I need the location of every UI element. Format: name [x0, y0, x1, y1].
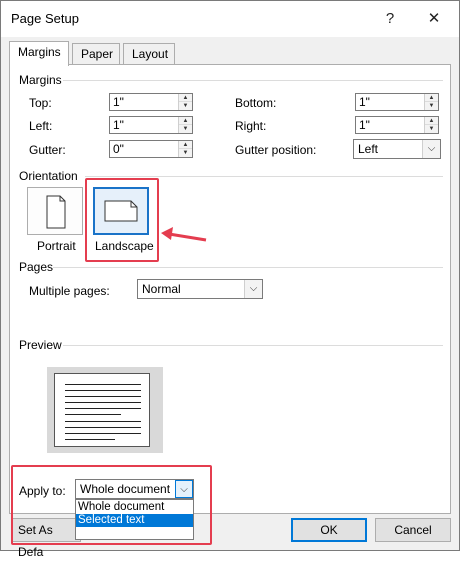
portrait-label: Portrait: [37, 239, 76, 253]
landscape-highlight: [85, 178, 159, 262]
gutter-position-label: Gutter position:: [235, 143, 317, 157]
left-margin-value: 1": [113, 118, 124, 132]
chevron-down-icon[interactable]: ⌵: [422, 140, 440, 158]
tab-layout[interactable]: Layout: [123, 43, 175, 65]
top-margin-input[interactable]: 1" ▲ ▼: [109, 93, 193, 111]
gutter-position-select[interactable]: Left ⌵: [353, 139, 441, 159]
multiple-pages-value: Normal: [142, 282, 181, 296]
spin-down-icon[interactable]: ▼: [179, 149, 192, 157]
gutter-label: Gutter:: [29, 143, 66, 157]
spin-up-icon[interactable]: ▲: [179, 94, 192, 102]
spin-down-icon[interactable]: ▼: [425, 125, 438, 133]
dropdown-option-selected-text[interactable]: Selected text: [76, 514, 193, 527]
dropdown-option-whole-document[interactable]: Whole document: [76, 501, 193, 514]
top-label: Top:: [29, 96, 52, 110]
tab-paper[interactable]: Paper: [72, 43, 120, 65]
help-icon[interactable]: ?: [377, 7, 403, 31]
right-margin-value: 1": [359, 118, 370, 132]
gutter-input[interactable]: 0" ▲ ▼: [109, 140, 193, 158]
multiple-pages-select[interactable]: Normal ⌵: [137, 279, 263, 299]
orientation-divider: [85, 176, 443, 177]
preview-thumbnail: [47, 367, 163, 453]
spin-up-icon[interactable]: ▲: [425, 94, 438, 102]
spin-down-icon[interactable]: ▼: [179, 102, 192, 110]
spin-up-icon[interactable]: ▲: [425, 117, 438, 125]
arrow-icon: [161, 227, 207, 242]
margins-heading: Margins: [19, 73, 62, 87]
bottom-margin-input[interactable]: 1" ▲ ▼: [355, 93, 439, 111]
orientation-heading: Orientation: [19, 169, 78, 183]
right-label: Right:: [235, 119, 267, 133]
preview-divider: [63, 345, 443, 346]
apply-to-dropdown-list: Whole document Selected text: [75, 499, 194, 540]
multiple-pages-label: Multiple pages:: [29, 284, 110, 298]
close-icon[interactable]: ✕: [421, 7, 447, 31]
preview-page: [54, 373, 150, 447]
cancel-button[interactable]: Cancel: [375, 518, 451, 542]
gutter-spinner[interactable]: ▲ ▼: [178, 141, 192, 157]
right-margin-input[interactable]: 1" ▲ ▼: [355, 116, 439, 134]
left-label: Left:: [29, 119, 53, 133]
margins-divider: [63, 80, 443, 81]
bottom-margin-value: 1": [359, 95, 370, 109]
tab-margins[interactable]: Margins: [9, 41, 69, 66]
left-spinner[interactable]: ▲ ▼: [178, 117, 192, 133]
top-margin-value: 1": [113, 95, 124, 109]
window-title: Page Setup: [11, 11, 79, 26]
preview-heading: Preview: [19, 338, 62, 352]
gutter-position-value: Left: [358, 142, 379, 156]
spin-up-icon[interactable]: ▲: [179, 117, 192, 125]
title-bar: Page Setup ? ✕: [1, 1, 459, 37]
ok-button[interactable]: OK: [291, 518, 367, 542]
spin-down-icon[interactable]: ▼: [179, 125, 192, 133]
chevron-down-icon[interactable]: ⌵: [244, 280, 262, 298]
portrait-page-icon: [46, 195, 66, 229]
bottom-label: Bottom:: [235, 96, 277, 110]
bottom-spinner[interactable]: ▲ ▼: [424, 94, 438, 110]
gutter-value: 0": [113, 142, 124, 156]
top-spinner[interactable]: ▲ ▼: [178, 94, 192, 110]
left-margin-input[interactable]: 1" ▲ ▼: [109, 116, 193, 134]
spin-up-icon[interactable]: ▲: [179, 141, 192, 149]
portrait-button[interactable]: [27, 187, 83, 235]
pages-heading: Pages: [19, 260, 54, 274]
page-setup-dialog: Page Setup ? ✕ Margins Paper Layout Marg…: [0, 0, 460, 559]
pages-divider: [53, 267, 443, 268]
right-spinner[interactable]: ▲ ▼: [424, 117, 438, 133]
spin-down-icon[interactable]: ▼: [425, 102, 438, 110]
